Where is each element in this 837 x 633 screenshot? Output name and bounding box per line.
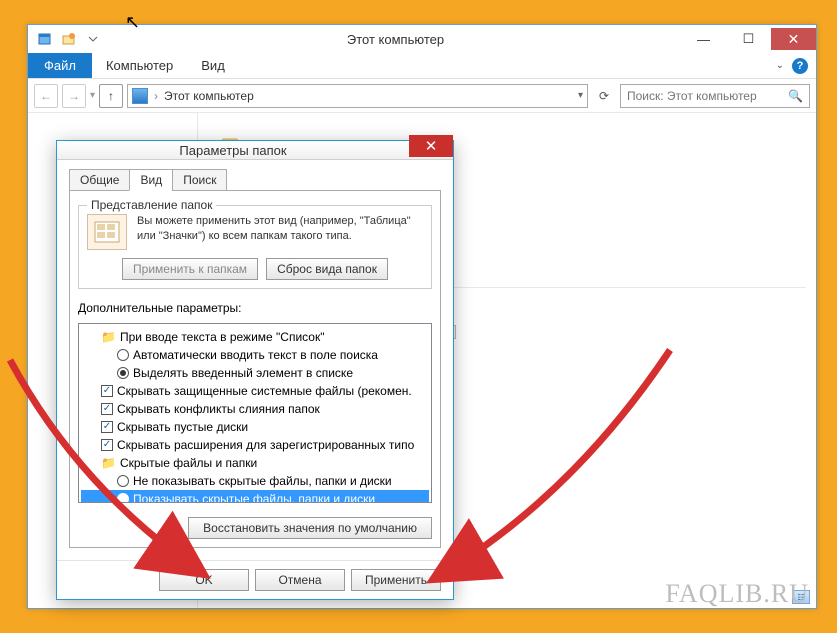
folder-views-icon: [87, 214, 127, 250]
window-title: Этот компьютер: [110, 32, 681, 47]
search-box[interactable]: 🔍: [620, 84, 810, 108]
check-hide-protected[interactable]: ✓Скрывать защищенные системные файлы (ре…: [81, 382, 429, 400]
cancel-button[interactable]: Отмена: [255, 569, 345, 591]
ribbon-tab-computer[interactable]: Компьютер: [92, 53, 187, 78]
dialog-title: Параметры папок: [57, 143, 409, 158]
dialog-close-button[interactable]: ✕: [409, 135, 453, 157]
ribbon-tab-file[interactable]: Файл: [28, 53, 92, 78]
apply-button[interactable]: Применить: [351, 569, 441, 591]
radio-icon: [117, 349, 129, 361]
group-legend: Представление папок: [87, 198, 216, 212]
search-icon: 🔍: [788, 89, 803, 103]
check-hide-merge[interactable]: ✓Скрывать конфликты слияния папок: [81, 400, 429, 418]
checkbox-icon: ✓: [101, 385, 113, 397]
advanced-settings-list[interactable]: 📁При вводе текста в режиме "Список" Авто…: [78, 323, 432, 503]
radio-show-hidden[interactable]: Показывать скрытые файлы, папки и диски: [81, 490, 429, 503]
radio-dont-show-hidden[interactable]: Не показывать скрытые файлы, папки и дис…: [81, 472, 429, 490]
restore-defaults-button[interactable]: Восстановить значения по умолчанию: [188, 517, 432, 539]
tree-node-list-input: 📁При вводе текста в режиме "Список": [81, 328, 429, 346]
computer-icon: [132, 88, 148, 104]
check-hide-ext[interactable]: ✓Скрывать расширения для зарегистрирован…: [81, 436, 429, 454]
nav-up-button[interactable]: ↑: [99, 84, 123, 108]
refresh-button[interactable]: ⟳: [592, 85, 616, 107]
radio-select-entered[interactable]: Выделять введенный элемент в списке: [81, 364, 429, 382]
radio-icon: [117, 475, 129, 487]
ribbon-tab-view[interactable]: Вид: [187, 53, 239, 78]
checkbox-icon: ✓: [101, 421, 113, 433]
radio-auto-search[interactable]: Автоматически вводить текст в поле поиск…: [81, 346, 429, 364]
check-hide-empty[interactable]: ✓Скрывать пустые диски: [81, 418, 429, 436]
qat-new-folder-icon[interactable]: [58, 28, 80, 50]
qat-properties-icon[interactable]: [34, 28, 56, 50]
ribbon-tabs: Файл Компьютер Вид ⌄ ?: [28, 53, 816, 79]
nav-back-button[interactable]: ←: [34, 84, 58, 108]
radio-icon: [117, 367, 129, 379]
help-icon[interactable]: ?: [792, 58, 808, 74]
nav-history-dropdown[interactable]: ▾: [90, 90, 95, 101]
search-input[interactable]: [627, 89, 788, 103]
tab-search[interactable]: Поиск: [172, 169, 227, 191]
nav-forward-button[interactable]: →: [62, 84, 86, 108]
address-bar[interactable]: › Этот компьютер ▾: [127, 84, 588, 108]
watermark: FAQLIB.RU: [665, 579, 809, 609]
dialog-tabs: Общие Вид Поиск: [69, 169, 441, 191]
apply-to-folders-button: Применить к папкам: [122, 258, 258, 280]
address-text: Этот компьютер: [164, 89, 572, 103]
group-description: Вы можете применить этот вид (например, …: [137, 214, 423, 244]
tab-view[interactable]: Вид: [129, 169, 173, 191]
reset-folders-button[interactable]: Сброс вида папок: [266, 258, 388, 280]
breadcrumb-separator: ›: [154, 89, 158, 103]
folder-icon: 📁: [101, 328, 116, 346]
maximize-button[interactable]: ☐: [726, 28, 771, 50]
radio-icon: [117, 493, 129, 503]
titlebar: Этот компьютер — ☐ ✕: [28, 25, 816, 53]
qat-dropdown-icon[interactable]: [82, 28, 104, 50]
checkbox-icon: ✓: [101, 439, 113, 451]
folder-views-group: Представление папок Вы можете применить …: [78, 205, 432, 289]
tab-general[interactable]: Общие: [69, 169, 130, 191]
tree-node-hidden-files: 📁Скрытые файлы и папки: [81, 454, 429, 472]
folder-options-dialog: Параметры папок ✕ Общие Вид Поиск Предст…: [56, 140, 454, 600]
close-button[interactable]: ✕: [771, 28, 816, 50]
ok-button[interactable]: OK: [159, 569, 249, 591]
advanced-settings-label: Дополнительные параметры:: [78, 301, 432, 315]
dialog-titlebar: Параметры папок ✕: [57, 141, 453, 160]
address-dropdown-icon[interactable]: ▾: [578, 90, 583, 101]
chevron-down-icon[interactable]: ⌄: [776, 60, 784, 71]
minimize-button[interactable]: —: [681, 28, 726, 50]
checkbox-icon: ✓: [101, 403, 113, 415]
navbar: ← → ▾ ↑ › Этот компьютер ▾ ⟳ 🔍: [28, 79, 816, 113]
folder-icon: 📁: [101, 454, 116, 472]
